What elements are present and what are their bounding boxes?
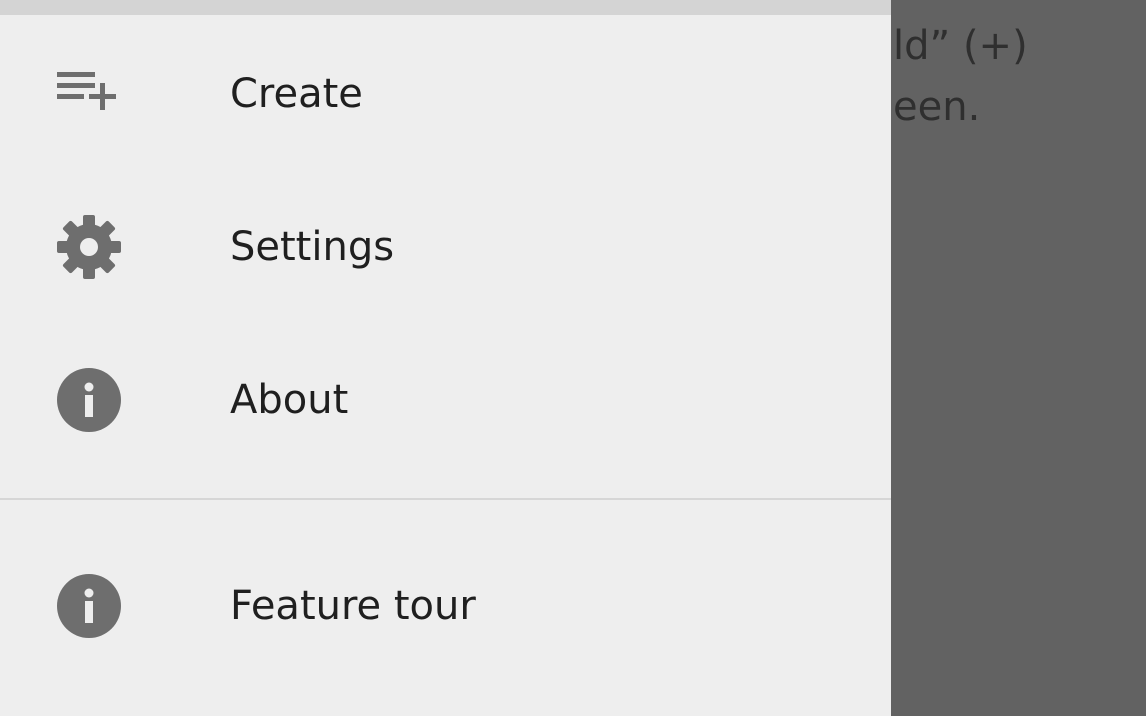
info-icon [56, 573, 122, 639]
menu-item-about[interactable]: About [0, 324, 891, 476]
menu-item-feature-tour-label: Feature tour [230, 583, 476, 629]
drawer-header-strip [0, 0, 891, 15]
menu-item-about-label: About [230, 377, 349, 423]
navigation-drawer: Create Settings About Feature tour [0, 0, 891, 716]
gear-icon [56, 214, 122, 280]
menu-item-create-label: Create [230, 71, 363, 117]
menu-item-create[interactable]: Create [0, 18, 891, 170]
playlist-add-icon [56, 61, 122, 127]
menu-item-feature-tour[interactable]: Feature tour [0, 530, 891, 682]
drawer-divider [0, 498, 891, 500]
menu-item-settings[interactable]: Settings [0, 171, 891, 323]
background-text-line-1: ld” (+) [893, 23, 1028, 69]
info-icon [56, 367, 122, 433]
menu-item-settings-label: Settings [230, 224, 395, 270]
background-text-line-2: een. [893, 84, 981, 130]
